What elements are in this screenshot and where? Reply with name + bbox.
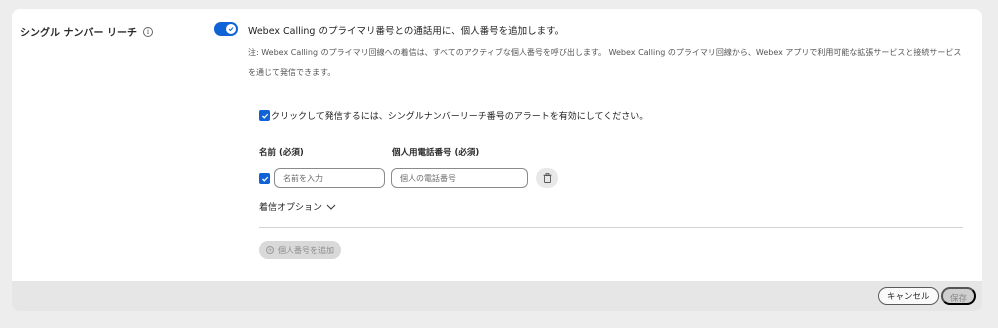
note-text: 注: Webex Calling のプライマリ回線への着信は、すべてのアクティブ… — [248, 48, 962, 77]
plus-circle-icon: + — [266, 246, 274, 254]
name-field-label: 名前 (必須) — [259, 148, 304, 158]
check-icon — [228, 27, 234, 32]
toggle-label: Webex Calling のプライマリ番号との通話用に、個人番号を追加します。 — [248, 26, 565, 37]
footer-bar: キャンセル 保存 — [12, 281, 982, 311]
delete-number-button[interactable] — [536, 168, 558, 188]
section-title-text: シングル ナンバー リーチ — [20, 28, 137, 39]
number-row-checkbox[interactable] — [259, 173, 270, 184]
check-icon — [261, 113, 268, 119]
phone-input[interactable] — [391, 168, 528, 188]
incoming-options-label: 着信オプション — [259, 203, 323, 213]
add-personal-number-button[interactable]: + 個人番号を追加 — [259, 241, 341, 259]
check-icon — [261, 176, 268, 182]
divider — [259, 227, 963, 228]
phone-field-label: 個人用電話番号 (必須) — [392, 148, 480, 158]
single-number-reach-toggle[interactable] — [214, 22, 238, 36]
info-icon[interactable]: i — [142, 26, 153, 37]
section-title: シングル ナンバー リーチ i — [20, 24, 153, 39]
chevron-down-icon — [326, 204, 336, 210]
alert-checkbox[interactable] — [259, 110, 270, 121]
alert-checkbox-label: クリックして発信するには、シングルナンバーリーチ番号のアラートを有効にしてくださ… — [271, 112, 649, 122]
add-personal-number-label: 個人番号を追加 — [278, 245, 334, 255]
name-input[interactable] — [274, 168, 385, 188]
trash-icon — [543, 173, 551, 183]
cancel-button[interactable]: キャンセル — [878, 287, 939, 305]
toggle-knob — [226, 24, 236, 34]
save-button[interactable]: 保存 — [941, 287, 977, 305]
incoming-options-toggle[interactable]: 着信オプション — [259, 200, 336, 213]
